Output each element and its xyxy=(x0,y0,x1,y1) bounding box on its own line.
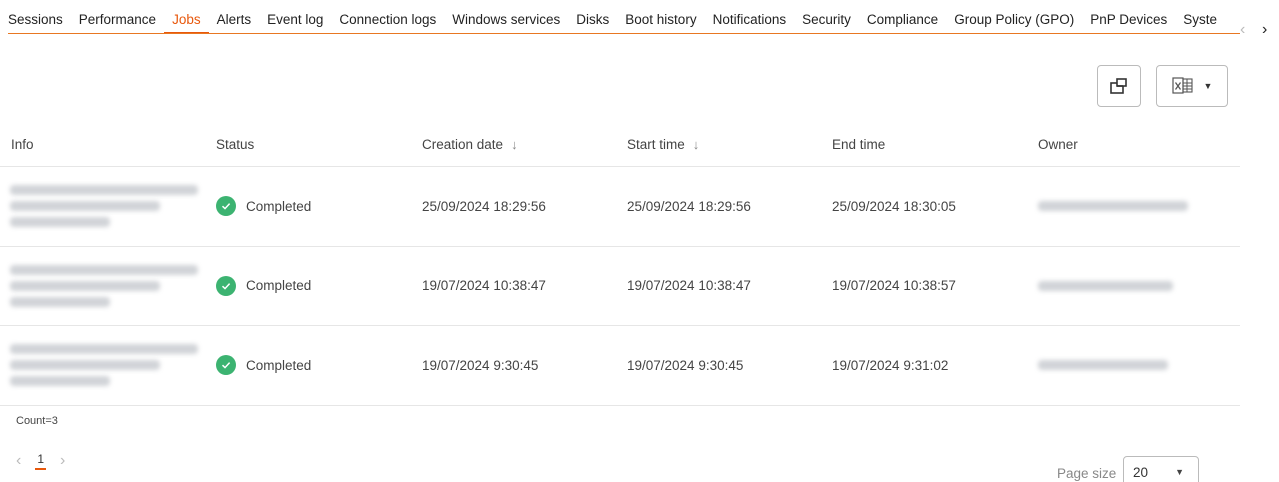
tab-system[interactable]: Syste xyxy=(1175,0,1225,33)
chevron-down-icon: ▼ xyxy=(1175,467,1184,477)
column-header-status[interactable]: Status xyxy=(206,137,412,152)
tab-bar: Sessions Performance Jobs Alerts Event l… xyxy=(0,0,1279,38)
status-cell: Completed xyxy=(206,355,412,376)
table-row[interactable]: Completed 19/07/2024 10:38:47 19/07/2024… xyxy=(0,247,1240,326)
tab-disks[interactable]: Disks xyxy=(568,0,617,33)
tab-compliance[interactable]: Compliance xyxy=(859,0,946,33)
table-row[interactable]: Completed 19/07/2024 9:30:45 19/07/2024 … xyxy=(0,326,1240,406)
status-text: Completed xyxy=(246,278,312,294)
column-header-end-time[interactable]: End time xyxy=(822,137,1028,152)
tab-performance[interactable]: Performance xyxy=(71,0,164,33)
tab-list: Sessions Performance Jobs Alerts Event l… xyxy=(8,0,1240,34)
tab-sessions[interactable]: Sessions xyxy=(8,0,71,33)
sort-down-icon[interactable]: ↓ xyxy=(693,137,700,152)
previous-page-icon[interactable]: ‹ xyxy=(16,452,21,470)
end-time-cell: 19/07/2024 10:38:57 xyxy=(832,278,956,294)
info-cell-redacted xyxy=(0,185,206,228)
status-cell: Completed xyxy=(206,196,412,217)
table-row[interactable]: Completed 25/09/2024 18:29:56 25/09/2024… xyxy=(0,167,1240,247)
tab-alerts[interactable]: Alerts xyxy=(209,0,260,33)
sort-down-icon[interactable]: ↓ xyxy=(511,137,518,152)
excel-export-button[interactable]: ▼ xyxy=(1156,65,1228,107)
column-header-info[interactable]: Info xyxy=(0,137,206,152)
jobs-table: Info Status Creation date ↓ Start time ↓ E… xyxy=(0,123,1240,406)
owner-cell-redacted xyxy=(1028,201,1240,212)
creation-date-cell: 19/07/2024 9:30:45 xyxy=(422,357,539,373)
start-time-cell: 25/09/2024 18:29:56 xyxy=(627,198,751,214)
creation-date-cell: 25/09/2024 18:29:56 xyxy=(422,198,546,214)
check-circle-icon xyxy=(216,275,236,296)
column-header-start-time-label: Start time xyxy=(627,137,685,152)
check-circle-icon xyxy=(216,196,236,217)
creation-date-cell: 19/07/2024 10:38:47 xyxy=(422,278,546,294)
tab-scroll-right-icon[interactable]: › xyxy=(1262,22,1267,38)
tab-notifications[interactable]: Notifications xyxy=(705,0,795,33)
tab-scroll-left-icon[interactable]: ‹ xyxy=(1240,22,1245,38)
open-external-icon xyxy=(1110,78,1127,94)
tab-connection-logs[interactable]: Connection logs xyxy=(331,0,444,33)
column-header-owner[interactable]: Owner xyxy=(1028,137,1240,152)
tab-pnp-devices[interactable]: PnP Devices xyxy=(1082,0,1175,33)
tab-jobs[interactable]: Jobs xyxy=(164,0,209,33)
table-header: Info Status Creation date ↓ Start time ↓ E… xyxy=(0,123,1240,167)
pagination: ‹ 1 › xyxy=(16,452,65,470)
end-time-cell: 25/09/2024 18:30:05 xyxy=(832,198,956,214)
status-text: Completed xyxy=(246,198,312,214)
start-time-cell: 19/07/2024 10:38:47 xyxy=(627,278,751,294)
owner-cell-redacted xyxy=(1028,360,1240,371)
tab-boot-history[interactable]: Boot history xyxy=(617,0,704,33)
next-page-icon[interactable]: › xyxy=(60,452,65,470)
column-header-creation-date[interactable]: Creation date ↓ xyxy=(412,137,617,152)
page-number-current[interactable]: 1 xyxy=(35,452,47,470)
status-cell: Completed xyxy=(206,275,412,296)
start-time-cell: 19/07/2024 9:30:45 xyxy=(627,357,744,373)
owner-cell-redacted xyxy=(1028,280,1240,291)
status-text: Completed xyxy=(246,357,312,373)
column-header-start-time[interactable]: Start time ↓ xyxy=(617,137,822,152)
open-external-button[interactable] xyxy=(1097,65,1141,107)
end-time-cell: 19/07/2024 9:31:02 xyxy=(832,357,949,373)
page-size-label: Page size xyxy=(1057,466,1117,481)
page-size-value: 20 xyxy=(1133,464,1149,480)
tab-security[interactable]: Security xyxy=(794,0,859,33)
info-cell-redacted xyxy=(0,264,206,307)
row-count: Count=3 xyxy=(16,415,58,427)
excel-icon xyxy=(1171,77,1193,94)
info-cell-redacted xyxy=(0,344,206,387)
page-size-select[interactable]: 20 ▼ xyxy=(1123,456,1199,482)
column-header-creation-date-label: Creation date xyxy=(422,137,504,152)
chevron-down-icon: ▼ xyxy=(1203,81,1213,91)
tab-event-log[interactable]: Event log xyxy=(259,0,331,33)
check-circle-icon xyxy=(216,355,236,376)
tab-windows-services[interactable]: Windows services xyxy=(444,0,568,33)
tab-group-policy[interactable]: Group Policy (GPO) xyxy=(946,0,1082,33)
